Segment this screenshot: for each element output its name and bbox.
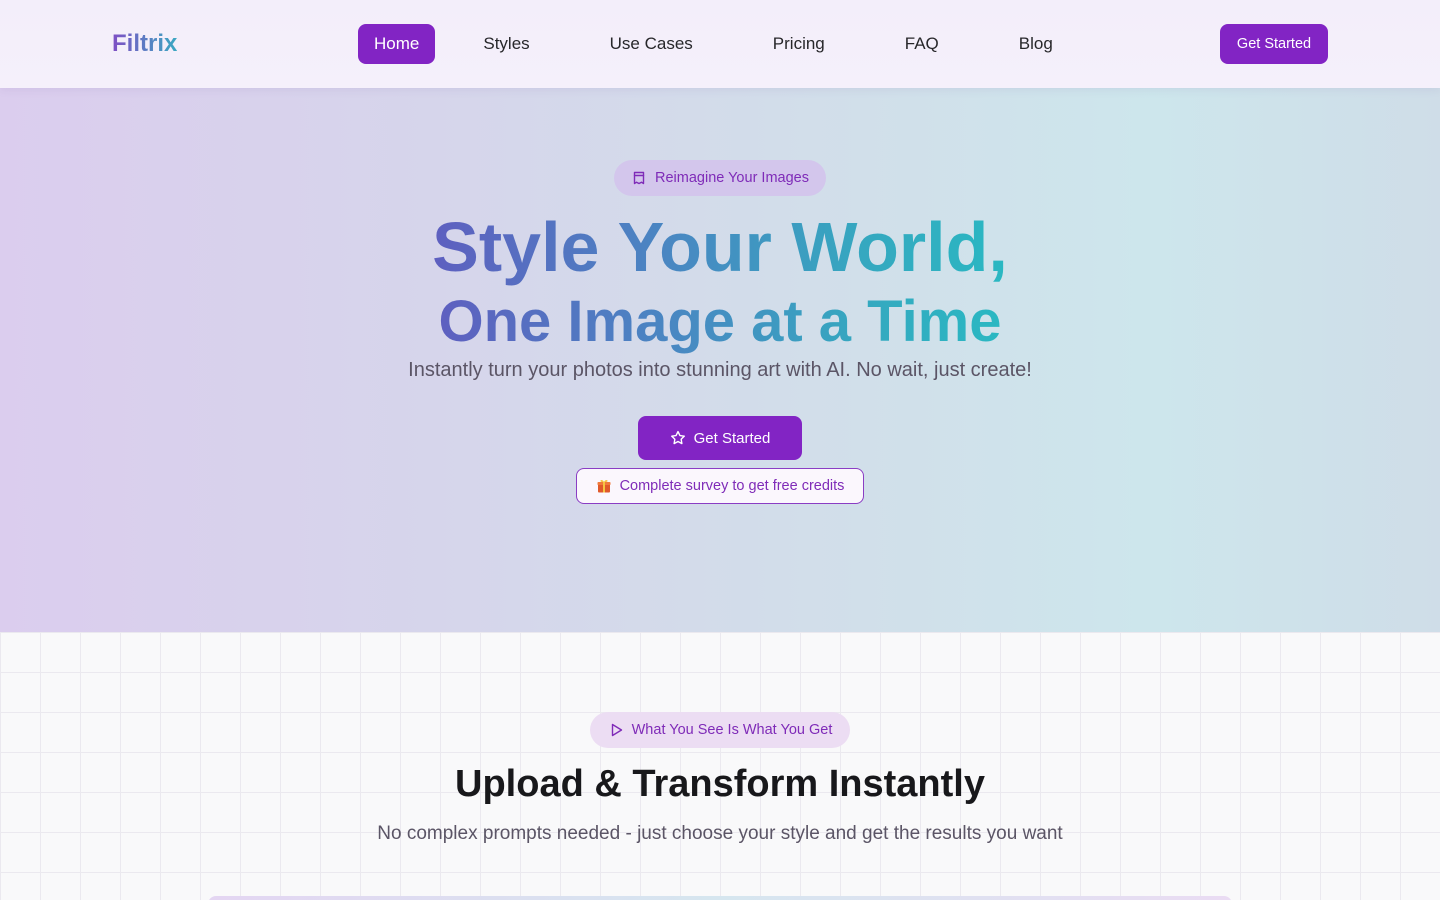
star-icon (670, 430, 686, 446)
section-title: Upload & Transform Instantly (455, 763, 985, 805)
main-nav: Home Styles Use Cases Pricing FAQ Blog (358, 24, 1069, 64)
section-badge-label: What You See Is What You Get (631, 722, 833, 738)
preview-card (208, 896, 1232, 900)
survey-label: Complete survey to get free credits (619, 478, 845, 494)
nav-item-pricing[interactable]: Pricing (757, 24, 841, 64)
nav-item-home[interactable]: Home (358, 24, 436, 64)
upload-transform-section: What You See Is What You Get Upload & Tr… (0, 632, 1440, 900)
section-badge: What You See Is What You Get (590, 712, 850, 748)
survey-credits-button[interactable]: Complete survey to get free credits (576, 468, 864, 504)
nav-item-styles[interactable]: Styles (467, 24, 545, 64)
hero-subtitle: Instantly turn your photos into stunning… (408, 359, 1032, 381)
hero-section: Reimagine Your Images Style Your World, … (0, 88, 1440, 632)
hero-badge-label: Reimagine Your Images (655, 170, 809, 186)
hero-cta-label: Get Started (693, 429, 771, 447)
play-icon (608, 722, 624, 738)
ticket-icon (631, 170, 647, 186)
nav-item-blog[interactable]: Blog (1003, 24, 1069, 64)
nav-item-use-cases[interactable]: Use Cases (594, 24, 709, 64)
section-subtitle: No complex prompts needed - just choose … (377, 823, 1063, 844)
hero-title-line-1: Style Your World, (432, 208, 1008, 286)
gift-icon (596, 478, 612, 494)
logo[interactable]: Filtrix (112, 28, 177, 60)
header-get-started-button[interactable]: Get Started (1220, 24, 1328, 64)
hero-badge: Reimagine Your Images (614, 160, 826, 196)
nav-item-faq[interactable]: FAQ (889, 24, 955, 64)
site-header: Filtrix Home Styles Use Cases Pricing FA… (0, 0, 1440, 88)
hero-title-line-2: One Image at a Time (438, 289, 1002, 354)
hero-get-started-button[interactable]: Get Started (638, 416, 802, 460)
